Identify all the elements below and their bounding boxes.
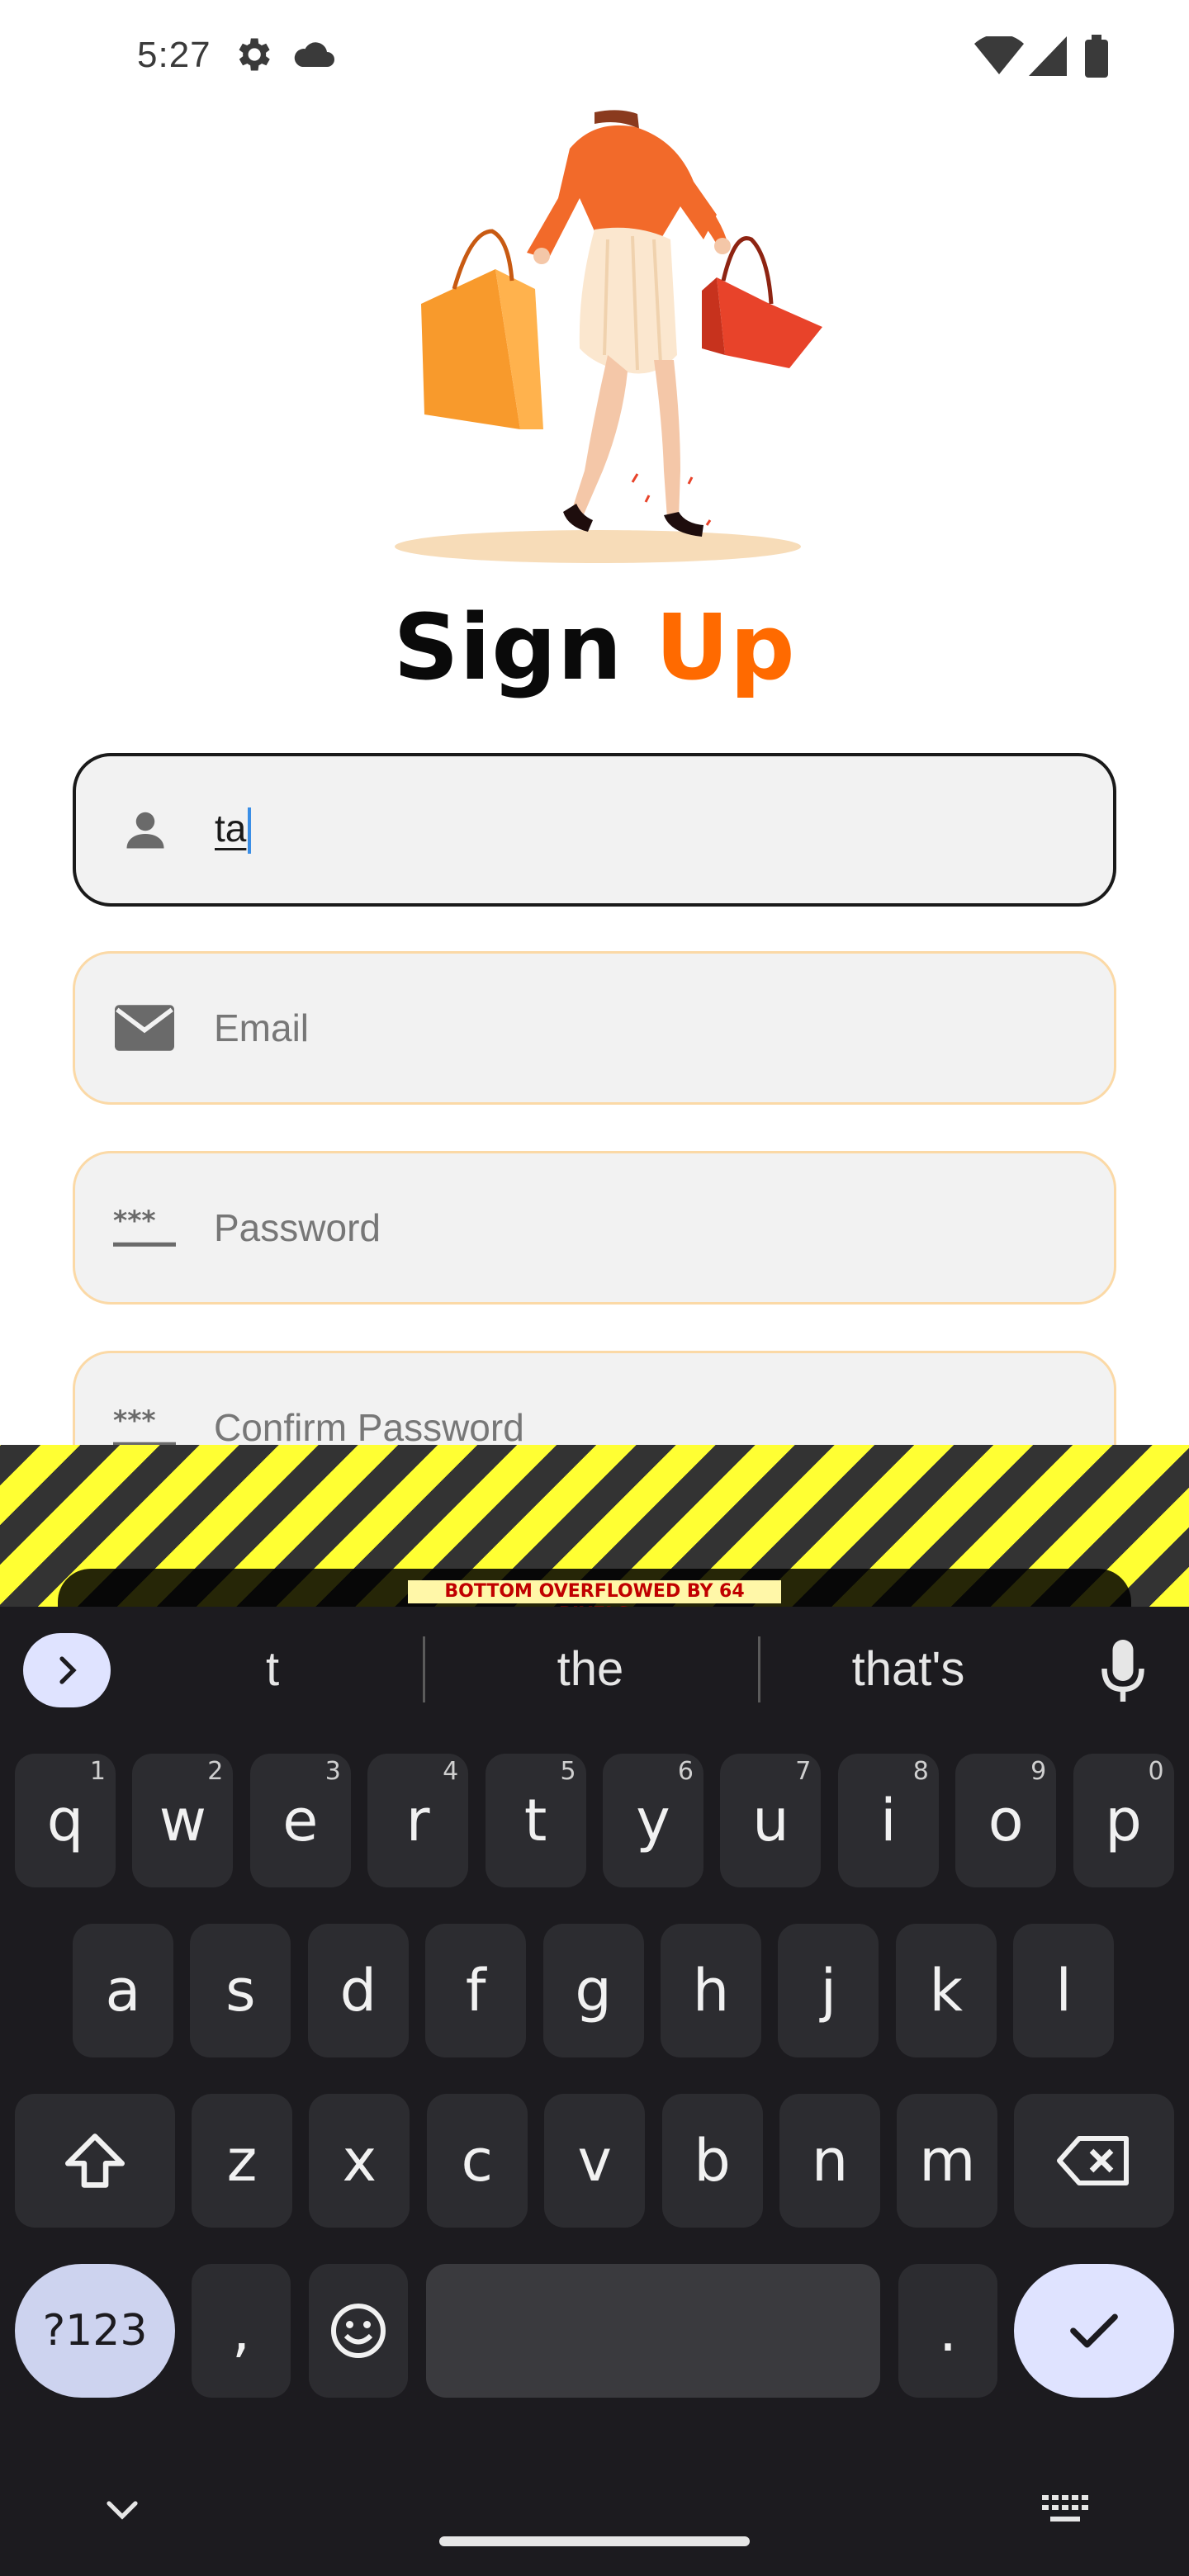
status-bar: 5:27 bbox=[0, 0, 1189, 107]
key-z[interactable]: z bbox=[192, 2094, 292, 2228]
key-i[interactable]: i8 bbox=[837, 1754, 939, 1887]
key-r[interactable]: r4 bbox=[367, 1754, 469, 1887]
key-p[interactable]: p0 bbox=[1073, 1754, 1174, 1887]
wifi-icon bbox=[974, 34, 1024, 80]
key-hint: 5 bbox=[560, 1757, 576, 1786]
period-key[interactable]: . bbox=[898, 2264, 997, 2398]
toolbar-expand-button[interactable] bbox=[23, 1633, 111, 1707]
key-n[interactable]: n bbox=[779, 2094, 880, 2228]
username-input[interactable]: ta bbox=[215, 806, 252, 855]
keyboard-switch-icon[interactable] bbox=[1042, 2495, 1088, 2529]
text-caret bbox=[248, 807, 252, 855]
enter-key[interactable] bbox=[1014, 2264, 1174, 2398]
password-input[interactable]: Password bbox=[214, 1205, 381, 1250]
key-label: p bbox=[1105, 1787, 1142, 1854]
emoji-key[interactable] bbox=[309, 2264, 408, 2398]
key-hint: 9 bbox=[1030, 1757, 1047, 1786]
key-l[interactable]: l bbox=[1013, 1924, 1115, 2057]
svg-text:***: *** bbox=[113, 1404, 156, 1437]
key-x[interactable]: x bbox=[309, 2094, 410, 2228]
password-icon: *** bbox=[111, 1195, 178, 1261]
key-o[interactable]: o9 bbox=[955, 1754, 1057, 1887]
suggestion-divider bbox=[758, 1636, 760, 1702]
key-hint: 4 bbox=[443, 1757, 459, 1786]
backspace-icon bbox=[1057, 2136, 1129, 2185]
key-j[interactable]: j bbox=[778, 1924, 879, 2057]
email-input[interactable]: Email bbox=[214, 1006, 309, 1050]
suggestion-3[interactable]: that's bbox=[793, 1636, 1024, 1702]
page-title: Sign Up bbox=[0, 594, 1189, 700]
cloud-icon bbox=[292, 40, 337, 73]
key-label: u bbox=[752, 1787, 789, 1854]
suggestion-1[interactable]: t bbox=[190, 1636, 355, 1702]
key-w[interactable]: w2 bbox=[132, 1754, 234, 1887]
key-hint: 8 bbox=[912, 1757, 929, 1786]
key-label: e bbox=[282, 1787, 319, 1854]
key-label: q bbox=[46, 1787, 84, 1854]
suggestion-divider bbox=[423, 1636, 425, 1702]
confirm-password-input[interactable]: Confirm Password bbox=[214, 1405, 524, 1450]
settings-icon bbox=[231, 33, 274, 80]
key-label: r bbox=[405, 1787, 430, 1854]
overflow-warning-label: BOTTOM OVERFLOWED BY 64 PIXELS bbox=[408, 1580, 781, 1625]
username-field[interactable]: ta bbox=[73, 753, 1116, 907]
key-hint: 0 bbox=[1148, 1757, 1164, 1786]
person-icon bbox=[112, 797, 178, 863]
mail-icon bbox=[111, 995, 178, 1061]
title-up: Up bbox=[655, 594, 796, 700]
symbols-key[interactable]: ?123 bbox=[15, 2264, 175, 2398]
space-key[interactable] bbox=[426, 2264, 880, 2398]
hide-keyboard-icon[interactable] bbox=[104, 2498, 140, 2526]
email-field[interactable]: Email bbox=[73, 951, 1116, 1105]
soft-keyboard: t the that's ?123 , . q1w2e3r4t5y6u7i8o9… bbox=[0, 1607, 1189, 2576]
svg-text:***: *** bbox=[113, 1205, 156, 1237]
key-h[interactable]: h bbox=[661, 1924, 761, 2057]
checkmark-icon bbox=[1070, 2313, 1118, 2348]
key-hint: 3 bbox=[324, 1757, 341, 1786]
key-hint: 1 bbox=[89, 1757, 106, 1786]
key-hint: 6 bbox=[677, 1757, 694, 1786]
suggestion-bar: t the that's bbox=[0, 1607, 1189, 1731]
key-k[interactable]: k bbox=[895, 1924, 997, 2057]
key-q[interactable]: q1 bbox=[15, 1754, 116, 1887]
shift-key[interactable] bbox=[15, 2094, 175, 2228]
shopping-woman-illustration bbox=[347, 107, 842, 578]
key-c[interactable]: c bbox=[426, 2094, 528, 2228]
key-hint: 2 bbox=[207, 1757, 224, 1786]
key-hint: 7 bbox=[795, 1757, 812, 1786]
status-time: 5:27 bbox=[137, 35, 211, 75]
key-b[interactable]: b bbox=[661, 2094, 763, 2228]
key-label: o bbox=[988, 1787, 1024, 1854]
gesture-nav-handle[interactable] bbox=[439, 2536, 750, 2546]
microphone-icon[interactable] bbox=[1098, 1640, 1148, 1706]
key-label: i bbox=[880, 1787, 897, 1854]
comma-key[interactable]: , bbox=[192, 2264, 291, 2398]
password-field[interactable]: *** Password bbox=[73, 1151, 1116, 1305]
key-label: w bbox=[159, 1787, 207, 1854]
key-label: y bbox=[636, 1787, 670, 1854]
key-m[interactable]: m bbox=[897, 2094, 998, 2228]
chevron-right-icon bbox=[59, 1656, 77, 1684]
key-a[interactable]: a bbox=[73, 1924, 173, 2057]
key-label: t bbox=[523, 1787, 547, 1854]
backspace-key[interactable] bbox=[1014, 2094, 1174, 2228]
key-v[interactable]: v bbox=[544, 2094, 646, 2228]
key-g[interactable]: g bbox=[542, 1924, 644, 2057]
key-e[interactable]: e3 bbox=[249, 1754, 351, 1887]
key-d[interactable]: d bbox=[307, 1924, 409, 2057]
key-f[interactable]: f bbox=[425, 1924, 527, 2057]
key-y[interactable]: y6 bbox=[603, 1754, 703, 1887]
key-s[interactable]: s bbox=[190, 1924, 291, 2057]
key-t[interactable]: t5 bbox=[485, 1754, 586, 1887]
signal-icon bbox=[1029, 36, 1067, 80]
title-sign: Sign bbox=[393, 594, 623, 700]
suggestion-2[interactable]: the bbox=[462, 1636, 718, 1702]
battery-icon bbox=[1085, 35, 1108, 82]
shift-icon bbox=[65, 2133, 125, 2188]
key-u[interactable]: u7 bbox=[720, 1754, 822, 1887]
emoji-icon bbox=[331, 2304, 386, 2358]
